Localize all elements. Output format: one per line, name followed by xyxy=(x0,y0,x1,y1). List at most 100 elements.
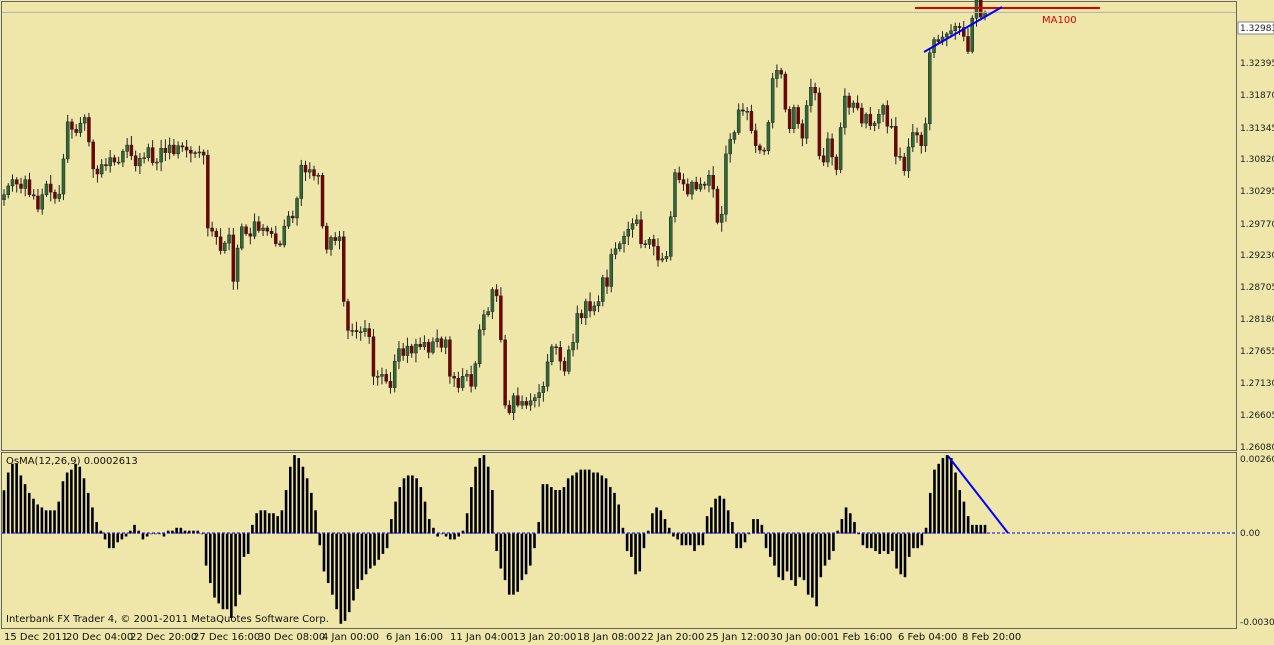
time-tick-label: 25 Jan 12:00 xyxy=(706,632,769,643)
osma-bar xyxy=(331,533,334,595)
osma-bar xyxy=(520,533,524,581)
candle-body xyxy=(639,219,643,244)
candle-body xyxy=(571,342,575,351)
candle-body xyxy=(61,158,66,195)
osma-bar xyxy=(339,533,343,624)
candle-body xyxy=(363,328,367,332)
osma-bar xyxy=(154,533,157,535)
osma-bar xyxy=(600,475,604,534)
osma-bar xyxy=(945,455,949,534)
candle-body xyxy=(469,374,473,387)
candle-body xyxy=(702,183,707,186)
osma-bar xyxy=(806,533,810,595)
osma-bar xyxy=(415,478,418,534)
osma-bar xyxy=(141,533,145,540)
candle-body xyxy=(291,215,295,219)
osma-bar xyxy=(470,487,473,534)
osma-tick-label: -0.00304 xyxy=(1240,618,1274,628)
candle-body xyxy=(465,374,469,377)
osma-bar xyxy=(512,533,515,595)
candle-body xyxy=(371,336,376,377)
candle-body xyxy=(524,401,529,406)
candle-body xyxy=(91,141,95,170)
osma-bar xyxy=(209,533,212,584)
candle-body xyxy=(545,361,550,387)
time-tick-label: 8 Feb 20:00 xyxy=(962,632,1021,643)
time-tick-label: 30 Dec 08:00 xyxy=(258,632,325,643)
osma-bar xyxy=(865,533,869,549)
osma-bar xyxy=(528,533,532,566)
candle-body xyxy=(685,183,690,195)
time-tick-label: 20 Dec 04:00 xyxy=(66,632,133,643)
candle-body xyxy=(477,329,482,364)
candle-body xyxy=(87,117,91,143)
candle-body xyxy=(575,313,580,343)
price-tick-label: 1.32395 xyxy=(1240,59,1274,69)
osma-bar xyxy=(242,533,246,557)
osma-bar xyxy=(903,533,907,578)
candle-body xyxy=(269,230,274,234)
osma-bar xyxy=(958,489,962,534)
osma-tick-label: 0.00260 xyxy=(1240,455,1274,465)
osma-bar xyxy=(907,533,911,557)
osma-bar xyxy=(267,513,271,534)
candle-body xyxy=(953,26,958,32)
osma-bar xyxy=(684,533,688,546)
time-tick-label: 11 Jan 04:00 xyxy=(450,632,513,643)
candle-body xyxy=(966,36,970,52)
candle-body xyxy=(668,216,673,257)
osma-bar xyxy=(962,501,966,534)
osma-bar xyxy=(941,458,945,534)
candle-body xyxy=(694,181,698,190)
osma-bar xyxy=(145,533,149,537)
time-tick-label: 6 Feb 04:00 xyxy=(898,632,957,643)
candle-body xyxy=(125,144,129,152)
candle-body xyxy=(558,347,563,362)
candle-body xyxy=(82,117,87,124)
osma-trendline[interactable] xyxy=(947,455,1009,534)
candle-body xyxy=(460,376,465,388)
osma-bar xyxy=(811,533,814,598)
osma-bar xyxy=(133,524,136,534)
candle-body xyxy=(36,195,40,210)
osma-bar xyxy=(36,504,39,534)
osma-bar xyxy=(630,533,633,557)
candle-body xyxy=(320,174,325,227)
candle-body xyxy=(919,134,924,146)
candle-body xyxy=(838,127,843,170)
price-tick-label: 1.30295 xyxy=(1240,187,1274,197)
candle-body xyxy=(116,161,121,164)
osma-bar xyxy=(225,533,229,610)
osma-bar xyxy=(280,510,284,534)
osma-bar xyxy=(575,472,578,534)
candle-body xyxy=(605,277,609,287)
osma-bar xyxy=(983,524,987,534)
osma-bar xyxy=(604,478,608,534)
candle-body xyxy=(384,374,388,382)
candle-body xyxy=(626,229,631,237)
candle-body xyxy=(957,26,962,28)
candle-body xyxy=(414,343,418,354)
osma-bar xyxy=(933,469,936,534)
candle-body xyxy=(809,87,813,106)
candle-body xyxy=(57,193,61,199)
candle-body xyxy=(129,144,134,157)
candle-body xyxy=(214,230,219,238)
osma-bar xyxy=(676,533,679,540)
osma-bar xyxy=(853,521,856,534)
price-panel-frame xyxy=(1,1,1237,451)
price-trendline[interactable] xyxy=(923,6,1003,53)
osma-bar xyxy=(579,469,583,534)
candle-body xyxy=(65,121,70,160)
candle-body xyxy=(405,345,410,356)
candle-body xyxy=(618,243,622,249)
price-tick-label: 1.31870 xyxy=(1240,91,1274,101)
price-chart[interactable]: MA100 1.32983 1.32395 1.31870 1.31345 1.… xyxy=(0,0,1274,645)
osma-bar xyxy=(743,533,747,543)
osma-bar xyxy=(625,533,629,552)
osma-bar xyxy=(874,533,877,552)
candle-body xyxy=(647,239,652,245)
price-tick-label: 1.26605 xyxy=(1240,411,1274,421)
osma-bar xyxy=(423,501,427,534)
osma-bar xyxy=(558,489,562,534)
